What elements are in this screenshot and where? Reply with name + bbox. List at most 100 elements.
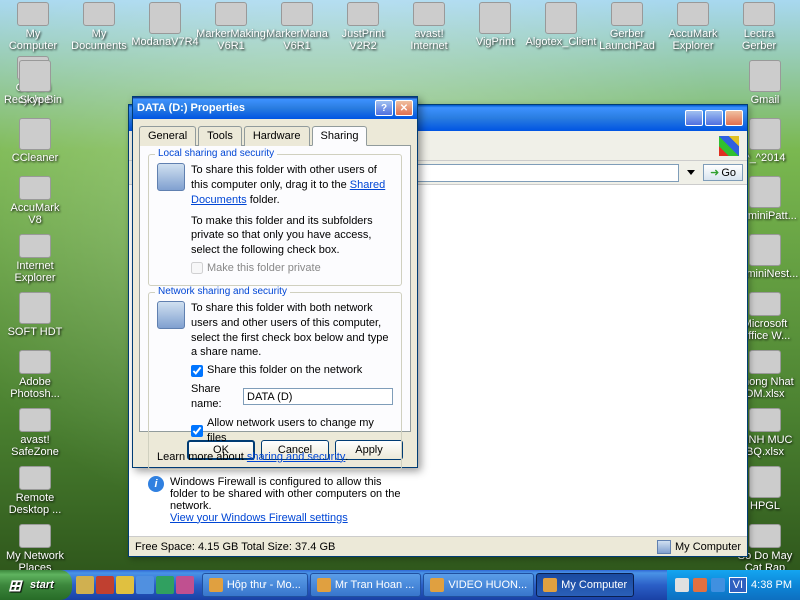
taskbar: start Hộp thư - Mo...Mr Tran Hoan ...VID… [0,570,800,600]
app-icon [749,292,781,316]
network-group-title: Network sharing and security [155,286,290,297]
taskbar-task[interactable]: VIDEO HUON... [423,573,534,597]
desktop-icon[interactable]: My Computer [2,2,64,52]
allow-change-row[interactable]: Allow network users to change my files [191,416,393,446]
app-icon [749,234,781,266]
app-icon [19,60,51,92]
make-private-check: Make this folder private [191,261,393,276]
app-icon [19,408,51,432]
app-icon [677,2,709,26]
desktop-icon[interactable]: Adobe Photosh... [4,350,66,400]
desktop-icon[interactable]: SOFT HDT [4,292,66,342]
desktop-icon[interactable]: AccuMark V8 [4,176,66,226]
dropdown-icon[interactable] [687,170,695,175]
share-network-checkbox[interactable] [191,365,203,377]
tabs: GeneralToolsHardwareSharing [139,125,411,146]
desktop-icon[interactable]: VigPrint [464,2,526,52]
desktop-icon[interactable]: avast! SafeZone [4,408,66,458]
share-network-row[interactable]: Share this folder on the network [191,363,393,378]
hand-folder-icon [157,163,185,191]
explorer-statusbar: Free Space: 4.15 GB Total Size: 37.4 GB … [129,536,747,556]
firewall-text: Windows Firewall is configured to allow … [170,476,402,512]
app-icon [749,118,781,150]
app-icon [83,2,115,26]
firewall-link[interactable]: View your Windows Firewall settings [170,512,402,524]
local-group-title: Local sharing and security [155,148,277,159]
desktop-icon[interactable]: Skype [4,60,66,110]
app-icon [19,524,51,548]
share-name-input[interactable] [243,388,393,405]
desktop-icon[interactable]: MarkerMaking V6R1 [200,2,262,52]
tab-tools[interactable]: Tools [198,126,242,146]
status-left: Free Space: 4.15 GB Total Size: 37.4 GB [135,541,335,553]
help-button[interactable]: ? [375,100,393,116]
status-right: My Computer [675,541,741,553]
desktop-icon[interactable]: Gerber LaunchPad [596,2,658,52]
clock[interactable]: 4:38 PM [751,579,792,591]
task-icon [543,578,557,592]
app-icon [749,466,781,498]
app-icon [611,2,643,26]
desktop-icon[interactable]: MarkerMana V6R1 [266,2,328,52]
task-icon [317,578,331,592]
taskbar-buttons: Hộp thư - Mo...Mr Tran Hoan ...VIDEO HUO… [198,573,667,597]
app-icon [479,2,511,34]
start-button[interactable]: start [0,570,72,600]
sharing-security-link[interactable]: sharing and security [247,451,345,463]
winxp-flag-icon [719,136,739,156]
desktop-icon[interactable]: Gmail [734,60,796,110]
ql-icon-2[interactable] [96,576,114,594]
app-icon [347,2,379,26]
allow-change-checkbox[interactable] [191,425,203,437]
taskbar-task[interactable]: Mr Tran Hoan ... [310,573,421,597]
info-icon: i [148,476,164,492]
tray-icon[interactable] [693,578,707,592]
task-icon [430,578,444,592]
app-icon [749,350,781,374]
ql-icon-5[interactable] [156,576,174,594]
system-tray[interactable]: VI 4:38 PM [667,570,800,600]
app-icon [749,524,781,548]
app-icon [749,408,781,432]
desktop-icon[interactable]: Algotex_Client [530,2,592,52]
dialog-titlebar[interactable]: DATA (D:) Properties ? ✕ [133,97,417,119]
tray-icon[interactable] [711,578,725,592]
app-icon [749,176,781,208]
app-icon [19,466,51,490]
desktop-icon[interactable]: ModanaV7R4 [134,2,196,52]
app-icon [749,60,781,92]
quick-launch [72,576,198,594]
desktop-icon[interactable]: My Documents [68,2,130,52]
taskbar-task[interactable]: Hộp thư - Mo... [202,573,308,597]
windows-logo-icon [8,576,26,594]
ql-icon-3[interactable] [116,576,134,594]
language-indicator[interactable]: VI [729,577,747,593]
tab-sharing[interactable]: Sharing [312,126,368,146]
taskbar-task[interactable]: My Computer [536,573,634,597]
tray-icon[interactable] [675,578,689,592]
desktop-icon[interactable]: AccuMark Explorer [662,2,724,52]
desktop-icon[interactable]: My Network Places [4,524,66,574]
desktop-icon[interactable]: Lectra Gerber [728,2,790,52]
desktop-icon[interactable]: avast! Internet [398,2,460,52]
close-button[interactable]: ✕ [395,100,413,116]
network-folder-icon [157,301,185,329]
ql-icon-1[interactable] [76,576,94,594]
dialog-title: DATA (D:) Properties [137,102,245,114]
go-button[interactable]: ➜Go [703,164,743,181]
app-icon [743,2,775,26]
tab-general[interactable]: General [139,126,196,146]
ql-icon-6[interactable] [176,576,194,594]
desktop-icon[interactable]: JustPrint V2R2 [332,2,394,52]
app-icon [545,2,577,34]
desktop-icon[interactable]: CCleaner [4,118,66,168]
ql-icon-4[interactable] [136,576,154,594]
desktop-icon[interactable]: Remote Desktop ... [4,466,66,516]
app-icon [149,2,181,34]
share-name-label: Share name: [191,382,237,412]
mycomputer-icon [657,540,671,554]
tab-hardware[interactable]: Hardware [244,126,310,146]
app-icon [413,2,445,26]
app-icon [215,2,247,26]
desktop-icon[interactable]: Internet Explorer [4,234,66,284]
